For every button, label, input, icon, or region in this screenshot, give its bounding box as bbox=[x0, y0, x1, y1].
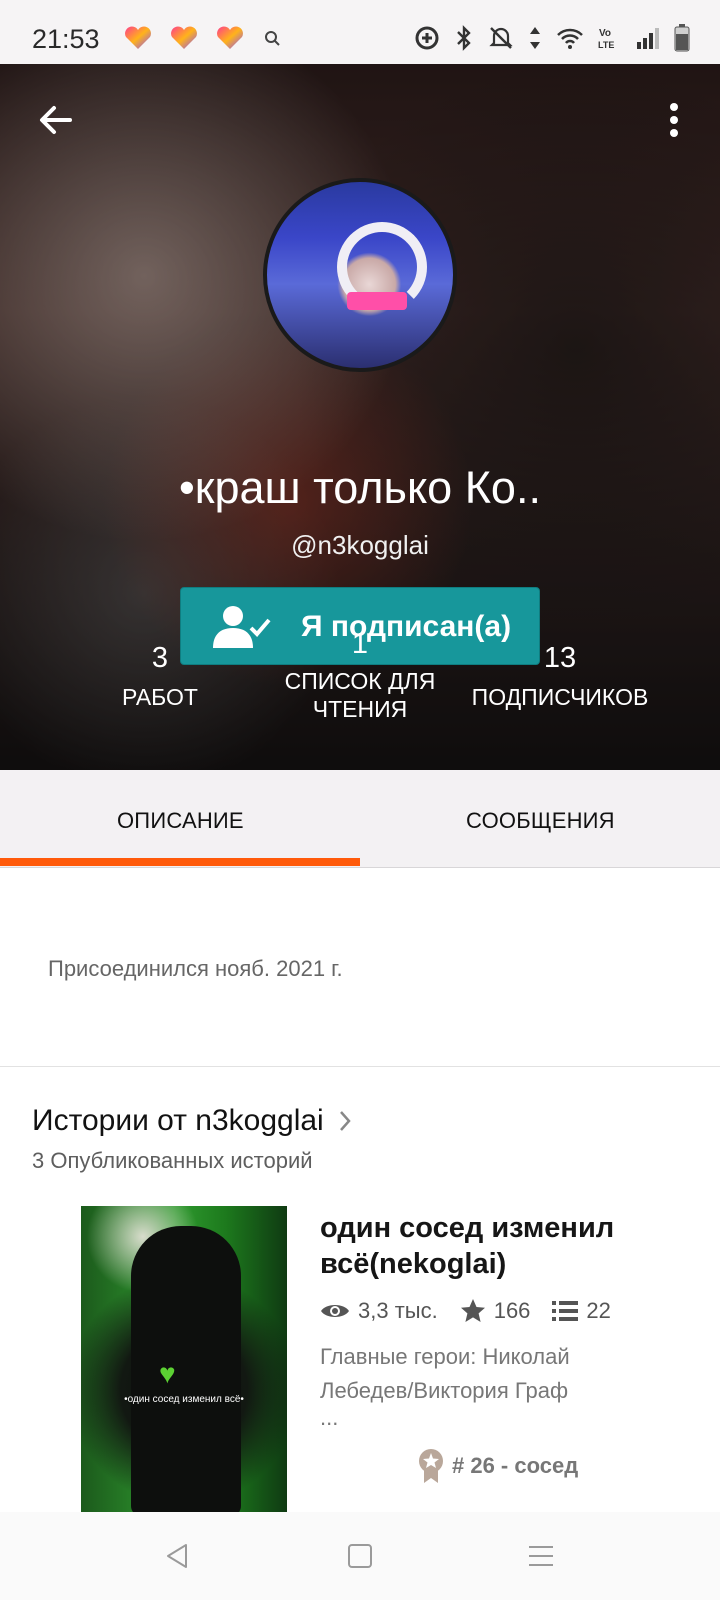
tab-messages[interactable]: СООБЩЕНИЯ bbox=[466, 808, 615, 834]
story-parts-value: 22 bbox=[586, 1298, 611, 1323]
ranking-badge-icon bbox=[419, 1449, 443, 1483]
stat-followers[interactable]: 13 ПОДПИСЧИКОВ bbox=[460, 642, 660, 711]
nav-back-icon[interactable] bbox=[164, 1542, 190, 1570]
chevron-right-icon bbox=[339, 1111, 351, 1131]
data-arrows-icon bbox=[530, 27, 540, 49]
stat-followers-label: ПОДПИСЧИКОВ bbox=[471, 684, 649, 710]
nav-menu-icon[interactable] bbox=[527, 1542, 555, 1570]
system-icons: Vo LTE bbox=[414, 24, 690, 52]
notification-icons bbox=[124, 26, 284, 50]
story-votes: 166 bbox=[460, 1298, 531, 1324]
story-reads: 3,3 тыс. bbox=[320, 1298, 438, 1324]
mute-icon bbox=[489, 27, 513, 49]
likee-heart-icon bbox=[217, 26, 243, 49]
star-icon bbox=[460, 1299, 485, 1322]
stat-reading-lists-label-line1: СПИСОК ДЛЯ bbox=[284, 668, 436, 694]
active-tab-indicator bbox=[0, 858, 360, 866]
bluetooth-icon bbox=[457, 25, 471, 51]
svg-text:Vo: Vo bbox=[599, 28, 611, 39]
volte-icon: VoLTE bbox=[598, 28, 614, 50]
profile-handle: @n3kogglai bbox=[291, 530, 429, 560]
avatar[interactable] bbox=[263, 178, 457, 372]
profile-header: •краш только Ко.. @n3kogglai Я подписан(… bbox=[0, 64, 720, 770]
story-parts: 22 bbox=[552, 1298, 611, 1324]
story-description: Главные герои: Николай Лебедев/Виктория … bbox=[320, 1340, 650, 1430]
stories-count: 3 Опубликованных историй bbox=[32, 1148, 313, 1173]
profile-tabs: ОПИСАНИЕ СООБЩЕНИЯ bbox=[0, 770, 720, 868]
story-ranking[interactable]: # 26 - сосед bbox=[418, 1448, 578, 1484]
data-saver-icon bbox=[415, 26, 439, 50]
story-title[interactable]: один сосед изменил всё(nekoglai) bbox=[320, 1210, 680, 1282]
stories-section-header[interactable]: Истории от n3kogglai bbox=[32, 1104, 352, 1138]
story-stats: 3,3 тыс. 166 22 bbox=[320, 1298, 633, 1324]
story-cover-image[interactable]: ♥ •один сосед изменил всё• bbox=[81, 1206, 287, 1512]
story-description-line: ... bbox=[320, 1405, 339, 1430]
stat-reading-lists-value: 1 bbox=[351, 628, 369, 660]
avatar-glasses bbox=[347, 292, 407, 310]
more-options-icon[interactable] bbox=[668, 102, 680, 138]
battery-icon bbox=[674, 24, 690, 52]
section-divider bbox=[0, 1066, 720, 1067]
stat-reading-lists-label-line2: ЧТЕНИЯ bbox=[312, 696, 408, 722]
cover-caption: •один сосед изменил всё• bbox=[124, 1394, 244, 1405]
stat-followers-value: 13 bbox=[543, 642, 577, 674]
nav-home-icon[interactable] bbox=[347, 1542, 373, 1570]
status-time: 21:53 bbox=[32, 24, 100, 54]
story-ranking-label: # 26 - сосед bbox=[452, 1453, 579, 1478]
stories-section-title: Истории от n3kogglai bbox=[32, 1104, 324, 1137]
stat-reading-lists[interactable]: 1 СПИСОК ДЛЯ ЧТЕНИЯ bbox=[270, 628, 450, 723]
search-icon bbox=[265, 31, 280, 46]
eye-icon bbox=[321, 1305, 349, 1317]
likee-heart-icon bbox=[125, 26, 151, 49]
svg-text:LTE: LTE bbox=[598, 40, 614, 50]
likee-heart-icon bbox=[171, 26, 197, 49]
cover-figure bbox=[131, 1226, 241, 1512]
profile-display-name: •краш только Ко.. bbox=[179, 462, 541, 513]
stat-works-value: 3 bbox=[151, 642, 169, 674]
story-description-line: Главные герои: Николай bbox=[320, 1344, 570, 1369]
tab-about[interactable]: ОПИСАНИЕ bbox=[117, 808, 244, 834]
story-votes-value: 166 bbox=[493, 1298, 531, 1323]
user-check-icon bbox=[213, 606, 271, 648]
story-reads-value: 3,3 тыс. bbox=[358, 1298, 438, 1323]
system-navigation-bar bbox=[0, 1512, 720, 1600]
green-heart-icon: ♥ bbox=[159, 1358, 176, 1389]
status-bar: 21:53 Vo LTE bbox=[0, 0, 720, 64]
back-arrow-icon[interactable] bbox=[36, 100, 76, 140]
stat-works-label: РАБОТ bbox=[122, 684, 198, 710]
story-description-line: Лебедев/Виктория Граф bbox=[320, 1378, 569, 1403]
wifi-icon bbox=[557, 28, 583, 49]
list-icon bbox=[552, 1301, 579, 1321]
joined-date: Присоединился нояб. 2021 г. bbox=[48, 956, 343, 981]
stat-works[interactable]: 3 РАБОТ bbox=[100, 642, 220, 711]
signal-icon bbox=[637, 28, 659, 49]
